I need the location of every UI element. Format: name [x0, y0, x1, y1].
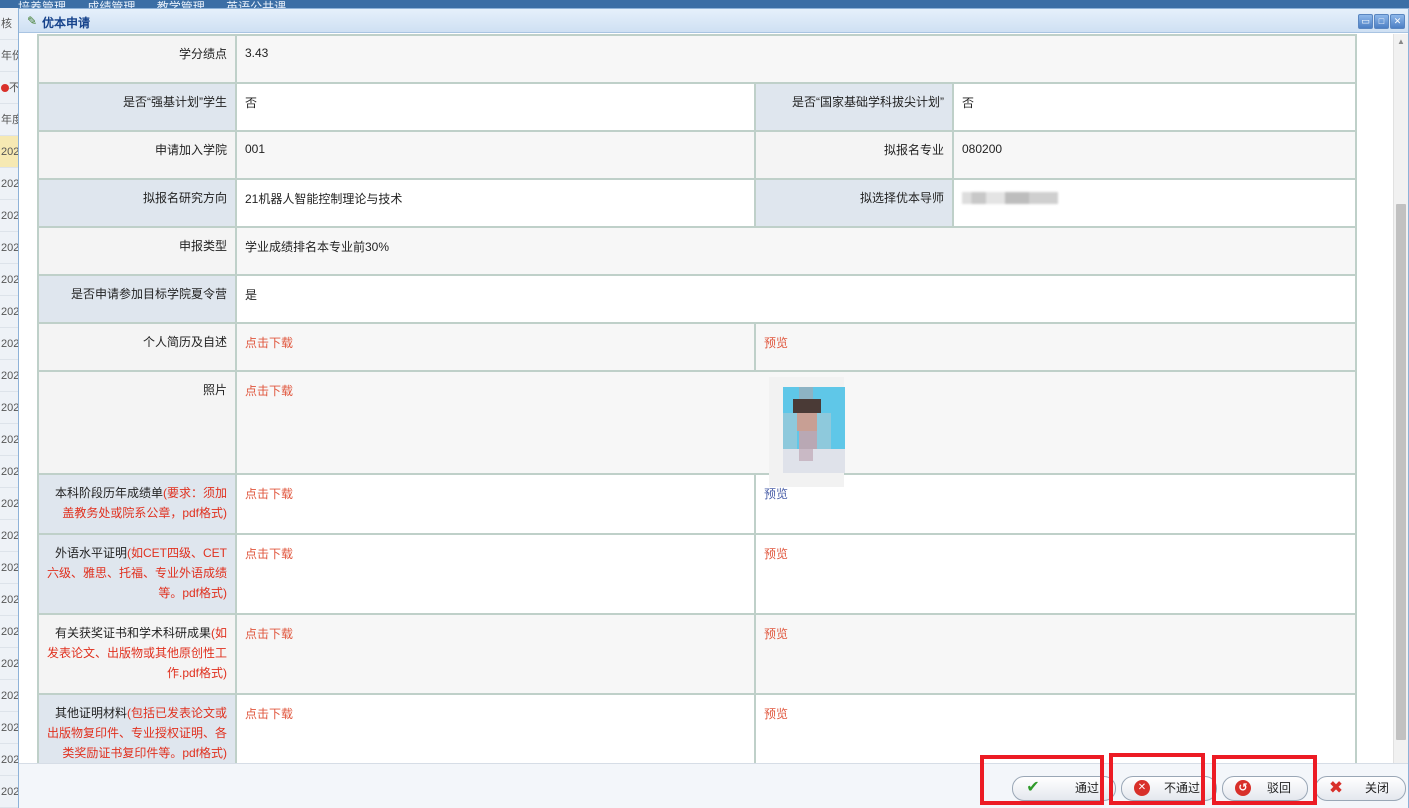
value-qiangji: 否 — [235, 82, 756, 132]
awards-download-link[interactable]: 点击下载 — [245, 627, 293, 641]
cell-photo-download: 点击下载 — [235, 370, 755, 475]
value-type: 学业成绩排名本专业前30% — [235, 226, 1357, 276]
transcript-preview-link[interactable]: 预览 — [764, 487, 788, 501]
label-camp: 是否申请参加目标学院夏令营 — [37, 274, 237, 324]
bg-list-item: 不 — [0, 72, 19, 104]
bg-list-item: 年份 — [0, 40, 19, 72]
bg-list-item[interactable]: 202 — [0, 648, 19, 680]
label-other: 其他证明材料(包括已发表论文或出版物复印件、专业授权证明、各类奖励证书复印件等。… — [37, 693, 237, 763]
redacted-advisor-name — [962, 191, 1058, 204]
bg-list-item[interactable]: 202 — [0, 136, 19, 168]
bg-list-item[interactable]: 202 — [0, 776, 19, 808]
bg-list-item[interactable]: 202 — [0, 520, 19, 552]
label-awards: 有关获奖证书和学术科研成果(如发表论文、出版物或其他原创性工作.pdf格式) — [37, 613, 237, 695]
label-photo: 照片 — [37, 370, 237, 475]
vertical-scrollbar[interactable]: ▲ — [1393, 34, 1408, 763]
cell-transcript-download: 点击下载 — [235, 473, 756, 535]
language-preview-link[interactable]: 预览 — [764, 547, 788, 561]
bg-list-item[interactable]: 202 — [0, 296, 19, 328]
other-preview-link[interactable]: 预览 — [764, 707, 788, 721]
close-button[interactable]: ✖ 关闭 — [1315, 776, 1406, 801]
label-advisor: 拟选择优本导师 — [754, 178, 954, 228]
label-transcript: 本科阶段历年成绩单(要求：须加盖教务处或院系公章，pdf格式) — [37, 473, 237, 535]
applicant-photo-thumbnail[interactable] — [769, 377, 845, 487]
bg-list-item[interactable]: 202 — [0, 552, 19, 584]
highlight-box-reject — [1109, 753, 1205, 805]
label-language: 外语水平证明(如CET四级、CET六级、雅思、托福、专业外语成绩等。pdf格式) — [37, 533, 237, 615]
cell-language-download: 点击下载 — [235, 533, 756, 615]
form-scroll-area[interactable]: 学分绩点 3.43 是否“强基计划”学生 否 是否“国家基础学科拔尖计划” 否 … — [19, 34, 1394, 763]
cell-resume-download: 点击下载 — [235, 322, 756, 372]
bg-list-item[interactable]: 202 — [0, 456, 19, 488]
bg-list-item[interactable]: 202 — [0, 424, 19, 456]
value-gpa: 3.43 — [235, 34, 1357, 84]
bg-list-item[interactable]: 202 — [0, 584, 19, 616]
label-direction: 拟报名研究方向 — [37, 178, 237, 228]
bg-list-item[interactable]: 202 — [0, 168, 19, 200]
cell-language-preview: 预览 — [754, 533, 1357, 615]
bg-list-item: 年度 — [0, 104, 19, 136]
language-download-link[interactable]: 点击下载 — [245, 547, 293, 561]
bg-list-item[interactable]: 202 — [0, 616, 19, 648]
label-resume: 个人简历及自述 — [37, 322, 237, 372]
pencil-icon: ✎ — [27, 14, 38, 28]
background-top-nav: 培养管理 成绩管理 教学管理 英语公共课 — [0, 0, 1409, 13]
cell-other-download: 点击下载 — [235, 693, 756, 763]
photo-download-link[interactable]: 点击下载 — [245, 384, 293, 398]
bg-list-item: 核 — [0, 8, 19, 40]
label-gpa: 学分绩点 — [37, 34, 237, 84]
bg-list-item[interactable]: 202 — [0, 744, 19, 776]
application-dialog: ✎ 优本申请 ▭ □ ✕ 学分绩点 3.43 是否“强基计划”学生 否 是否“国家基… — [18, 8, 1409, 808]
cell-photo-preview — [755, 370, 1357, 475]
cell-awards-preview: 预览 — [754, 613, 1357, 695]
cell-transcript-preview: 预览 — [754, 473, 1357, 535]
cell-awards-download: 点击下载 — [235, 613, 756, 695]
bg-list-item[interactable]: 202 — [0, 264, 19, 296]
collapse-button[interactable]: ▭ — [1358, 14, 1373, 29]
background-list: 核 年份 不 年度 202 202 202 202 202 202 202 20… — [0, 8, 20, 808]
value-direction: 21机器人智能控制理论与技术 — [235, 178, 756, 228]
alert-dot-icon — [1, 84, 9, 93]
bg-list-item[interactable]: 202 — [0, 680, 19, 712]
value-major: 080200 — [952, 130, 1357, 180]
highlight-box-return — [1212, 755, 1317, 805]
maximize-button[interactable]: □ — [1374, 14, 1389, 29]
bg-list-item[interactable]: 202 — [0, 488, 19, 520]
close-x-icon: ✖ — [1328, 778, 1344, 797]
window-controls: ▭ □ ✕ — [1357, 13, 1405, 29]
highlight-box-pass — [980, 755, 1104, 805]
bg-list-item[interactable]: 202 — [0, 712, 19, 744]
label-qiangji: 是否“强基计划”学生 — [37, 82, 237, 132]
scroll-up-arrow-icon[interactable]: ▲ — [1394, 34, 1408, 49]
cell-other-preview: 预览 — [754, 693, 1357, 763]
awards-preview-link[interactable]: 预览 — [764, 627, 788, 641]
value-advisor — [952, 178, 1357, 228]
label-type: 申报类型 — [37, 226, 237, 276]
bg-list-item[interactable]: 202 — [0, 392, 19, 424]
dialog-title-bar[interactable]: ✎ 优本申请 ▭ □ ✕ — [19, 9, 1408, 33]
application-form-table: 学分绩点 3.43 是否“强基计划”学生 否 是否“国家基础学科拔尖计划” 否 … — [37, 34, 1357, 763]
other-download-link[interactable]: 点击下载 — [245, 707, 293, 721]
bg-list-item[interactable]: 202 — [0, 200, 19, 232]
resume-download-link[interactable]: 点击下载 — [245, 336, 293, 350]
dialog-title: 优本申请 — [42, 16, 91, 30]
label-bajian: 是否“国家基础学科拔尖计划” — [754, 82, 954, 132]
bg-list-item[interactable]: 202 — [0, 328, 19, 360]
value-camp: 是 — [235, 274, 1357, 324]
label-college: 申请加入学院 — [37, 130, 237, 180]
value-bajian: 否 — [952, 82, 1357, 132]
label-major: 拟报名专业 — [754, 130, 954, 180]
bg-list-item[interactable]: 202 — [0, 360, 19, 392]
resume-preview-link[interactable]: 预览 — [764, 336, 788, 350]
cell-resume-preview: 预览 — [754, 322, 1357, 372]
close-window-button[interactable]: ✕ — [1390, 14, 1405, 29]
scrollbar-thumb[interactable] — [1396, 204, 1406, 740]
bg-list-item[interactable]: 202 — [0, 232, 19, 264]
transcript-download-link[interactable]: 点击下载 — [245, 487, 293, 501]
value-college: 001 — [235, 130, 756, 180]
